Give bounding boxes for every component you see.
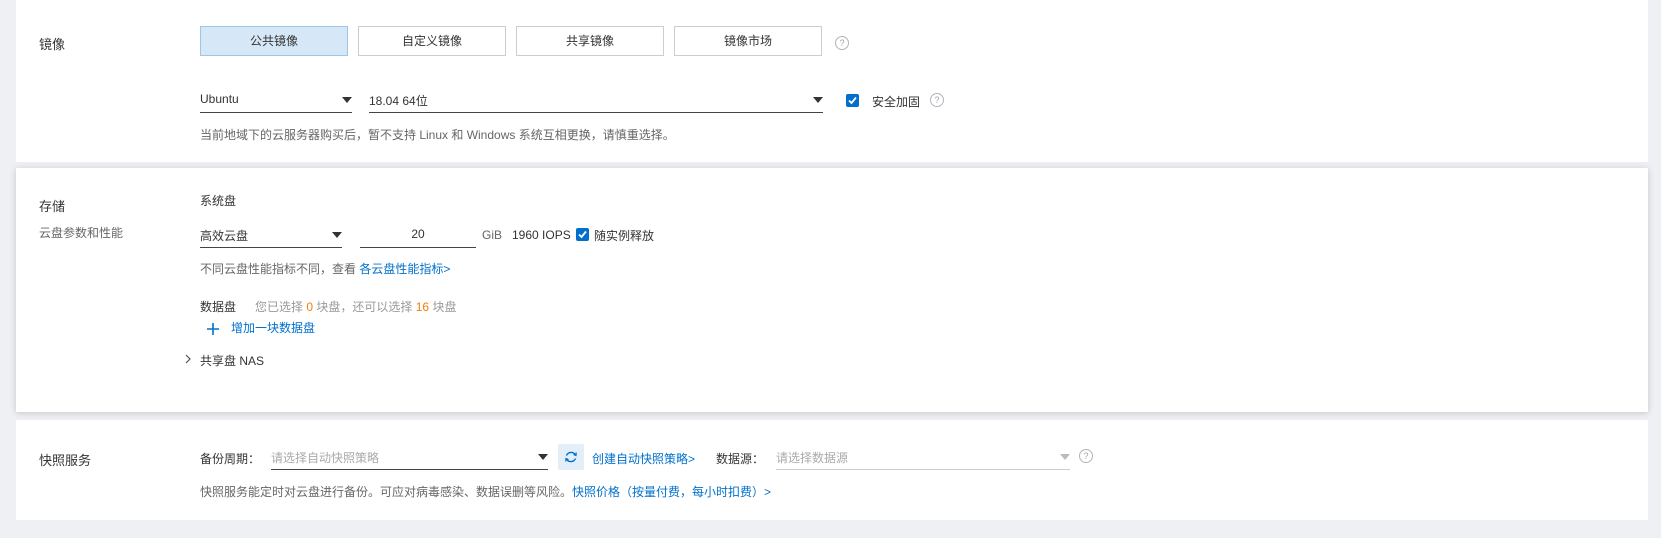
image-hint: 当前地域下的云服务器购买后，暂不支持 Linux 和 Windows 系统互相更… — [200, 128, 675, 142]
help-icon[interactable]: ? — [1079, 449, 1093, 463]
disk-iops: 1960 IOPS — [512, 228, 571, 242]
create-policy-link[interactable]: 创建自动快照策略> — [592, 450, 695, 467]
backup-policy-placeholder: 请选择自动快照策略 — [271, 451, 380, 465]
data-disk-label: 数据盘 — [200, 300, 237, 314]
chevron-down-icon — [332, 232, 342, 238]
snapshot-price-link[interactable]: 快照价格（按量付费，每小时扣费）> — [572, 485, 771, 499]
disk-type-select[interactable]: 高效云盘 — [200, 222, 342, 248]
help-icon[interactable]: ? — [835, 36, 849, 50]
storage-section-subtitle: 云盘参数和性能 — [39, 226, 124, 240]
perf-hint: 不同云盘性能指标不同，查看 各云盘性能指标> — [200, 260, 450, 277]
tab-image-market[interactable]: 镜像市场 — [674, 26, 822, 56]
release-label: 随实例释放 — [594, 229, 655, 243]
system-disk-label: 系统盘 — [200, 194, 237, 208]
tab-custom-image[interactable]: 自定义镜像 — [358, 26, 506, 56]
chevron-right-icon — [185, 354, 191, 364]
security-label: 安全加固 — [872, 95, 921, 109]
help-icon[interactable]: ? — [930, 93, 944, 107]
refresh-button[interactable] — [558, 444, 584, 470]
plus-icon — [207, 323, 219, 335]
checkmark-icon — [578, 230, 587, 239]
disk-type-value: 高效云盘 — [200, 229, 249, 243]
image-section-title: 镜像 — [39, 37, 66, 52]
tab-public-image[interactable]: 公共镜像 — [200, 26, 348, 56]
chevron-down-icon — [1060, 454, 1070, 460]
backup-period-label: 备份周期： — [200, 452, 261, 466]
os-select[interactable]: Ubuntu — [200, 87, 352, 113]
os-select-value: Ubuntu — [200, 92, 239, 106]
storage-section-title: 存储 — [39, 199, 66, 214]
tab-shared-image[interactable]: 共享镜像 — [516, 26, 664, 56]
release-checkbox[interactable] — [576, 228, 589, 241]
perf-hint-text: 不同云盘性能指标不同，查看 — [200, 262, 357, 276]
snapshot-hint: 快照服务能定时对云盘进行备份。可应对病毒感染、数据误删等风险。快照价格（按量付费… — [200, 483, 771, 500]
disk-size-unit: GiB — [482, 228, 503, 242]
add-data-disk-label: 增加一块数据盘 — [231, 321, 316, 335]
data-source-select[interactable]: 请选择数据源 — [776, 444, 1070, 470]
nas-label: 共享盘 NAS — [200, 354, 265, 368]
data-remaining-count: 16 — [415, 300, 430, 314]
security-checkbox[interactable] — [846, 94, 859, 107]
version-select[interactable]: 18.04 64位 — [369, 87, 823, 113]
image-section: 镜像 公共镜像 自定义镜像 共享镜像 镜像市场 ? Ubuntu 18.04 6… — [16, 0, 1648, 162]
disk-size-input[interactable]: 20 — [360, 222, 476, 248]
storage-section: 存储 云盘参数和性能 系统盘 高效云盘 20 GiB 1960 IOPS 随实例… — [16, 168, 1648, 412]
snapshot-section: 快照服务 备份周期： 请选择自动快照策略 创建自动快照策略> 数据源： 请选择数… — [16, 420, 1648, 520]
snapshot-section-title: 快照服务 — [39, 453, 92, 468]
chevron-down-icon — [342, 97, 352, 103]
backup-policy-select[interactable]: 请选择自动快照策略 — [271, 444, 548, 470]
chevron-down-icon — [813, 97, 823, 103]
data-disk-hint: 您已选择 0 块盘，还可以选择 16 块盘 — [255, 298, 456, 315]
data-hint-2: 块盘，还可以选择 — [316, 300, 413, 314]
data-source-label: 数据源： — [716, 452, 765, 466]
checkmark-icon — [848, 96, 857, 105]
data-source-placeholder: 请选择数据源 — [776, 451, 849, 465]
snapshot-hint-text: 快照服务能定时对云盘进行备份。可应对病毒感染、数据误删等风险。 — [200, 485, 573, 499]
perf-link[interactable]: 各云盘性能指标> — [359, 262, 450, 276]
disk-size-value: 20 — [411, 227, 425, 241]
version-select-value: 18.04 64位 — [369, 94, 428, 108]
chevron-down-icon — [538, 454, 548, 460]
refresh-icon — [565, 451, 577, 463]
data-hint-3: 块盘 — [432, 300, 457, 314]
data-selected-count: 0 — [306, 300, 314, 314]
data-hint-1: 您已选择 — [255, 300, 304, 314]
